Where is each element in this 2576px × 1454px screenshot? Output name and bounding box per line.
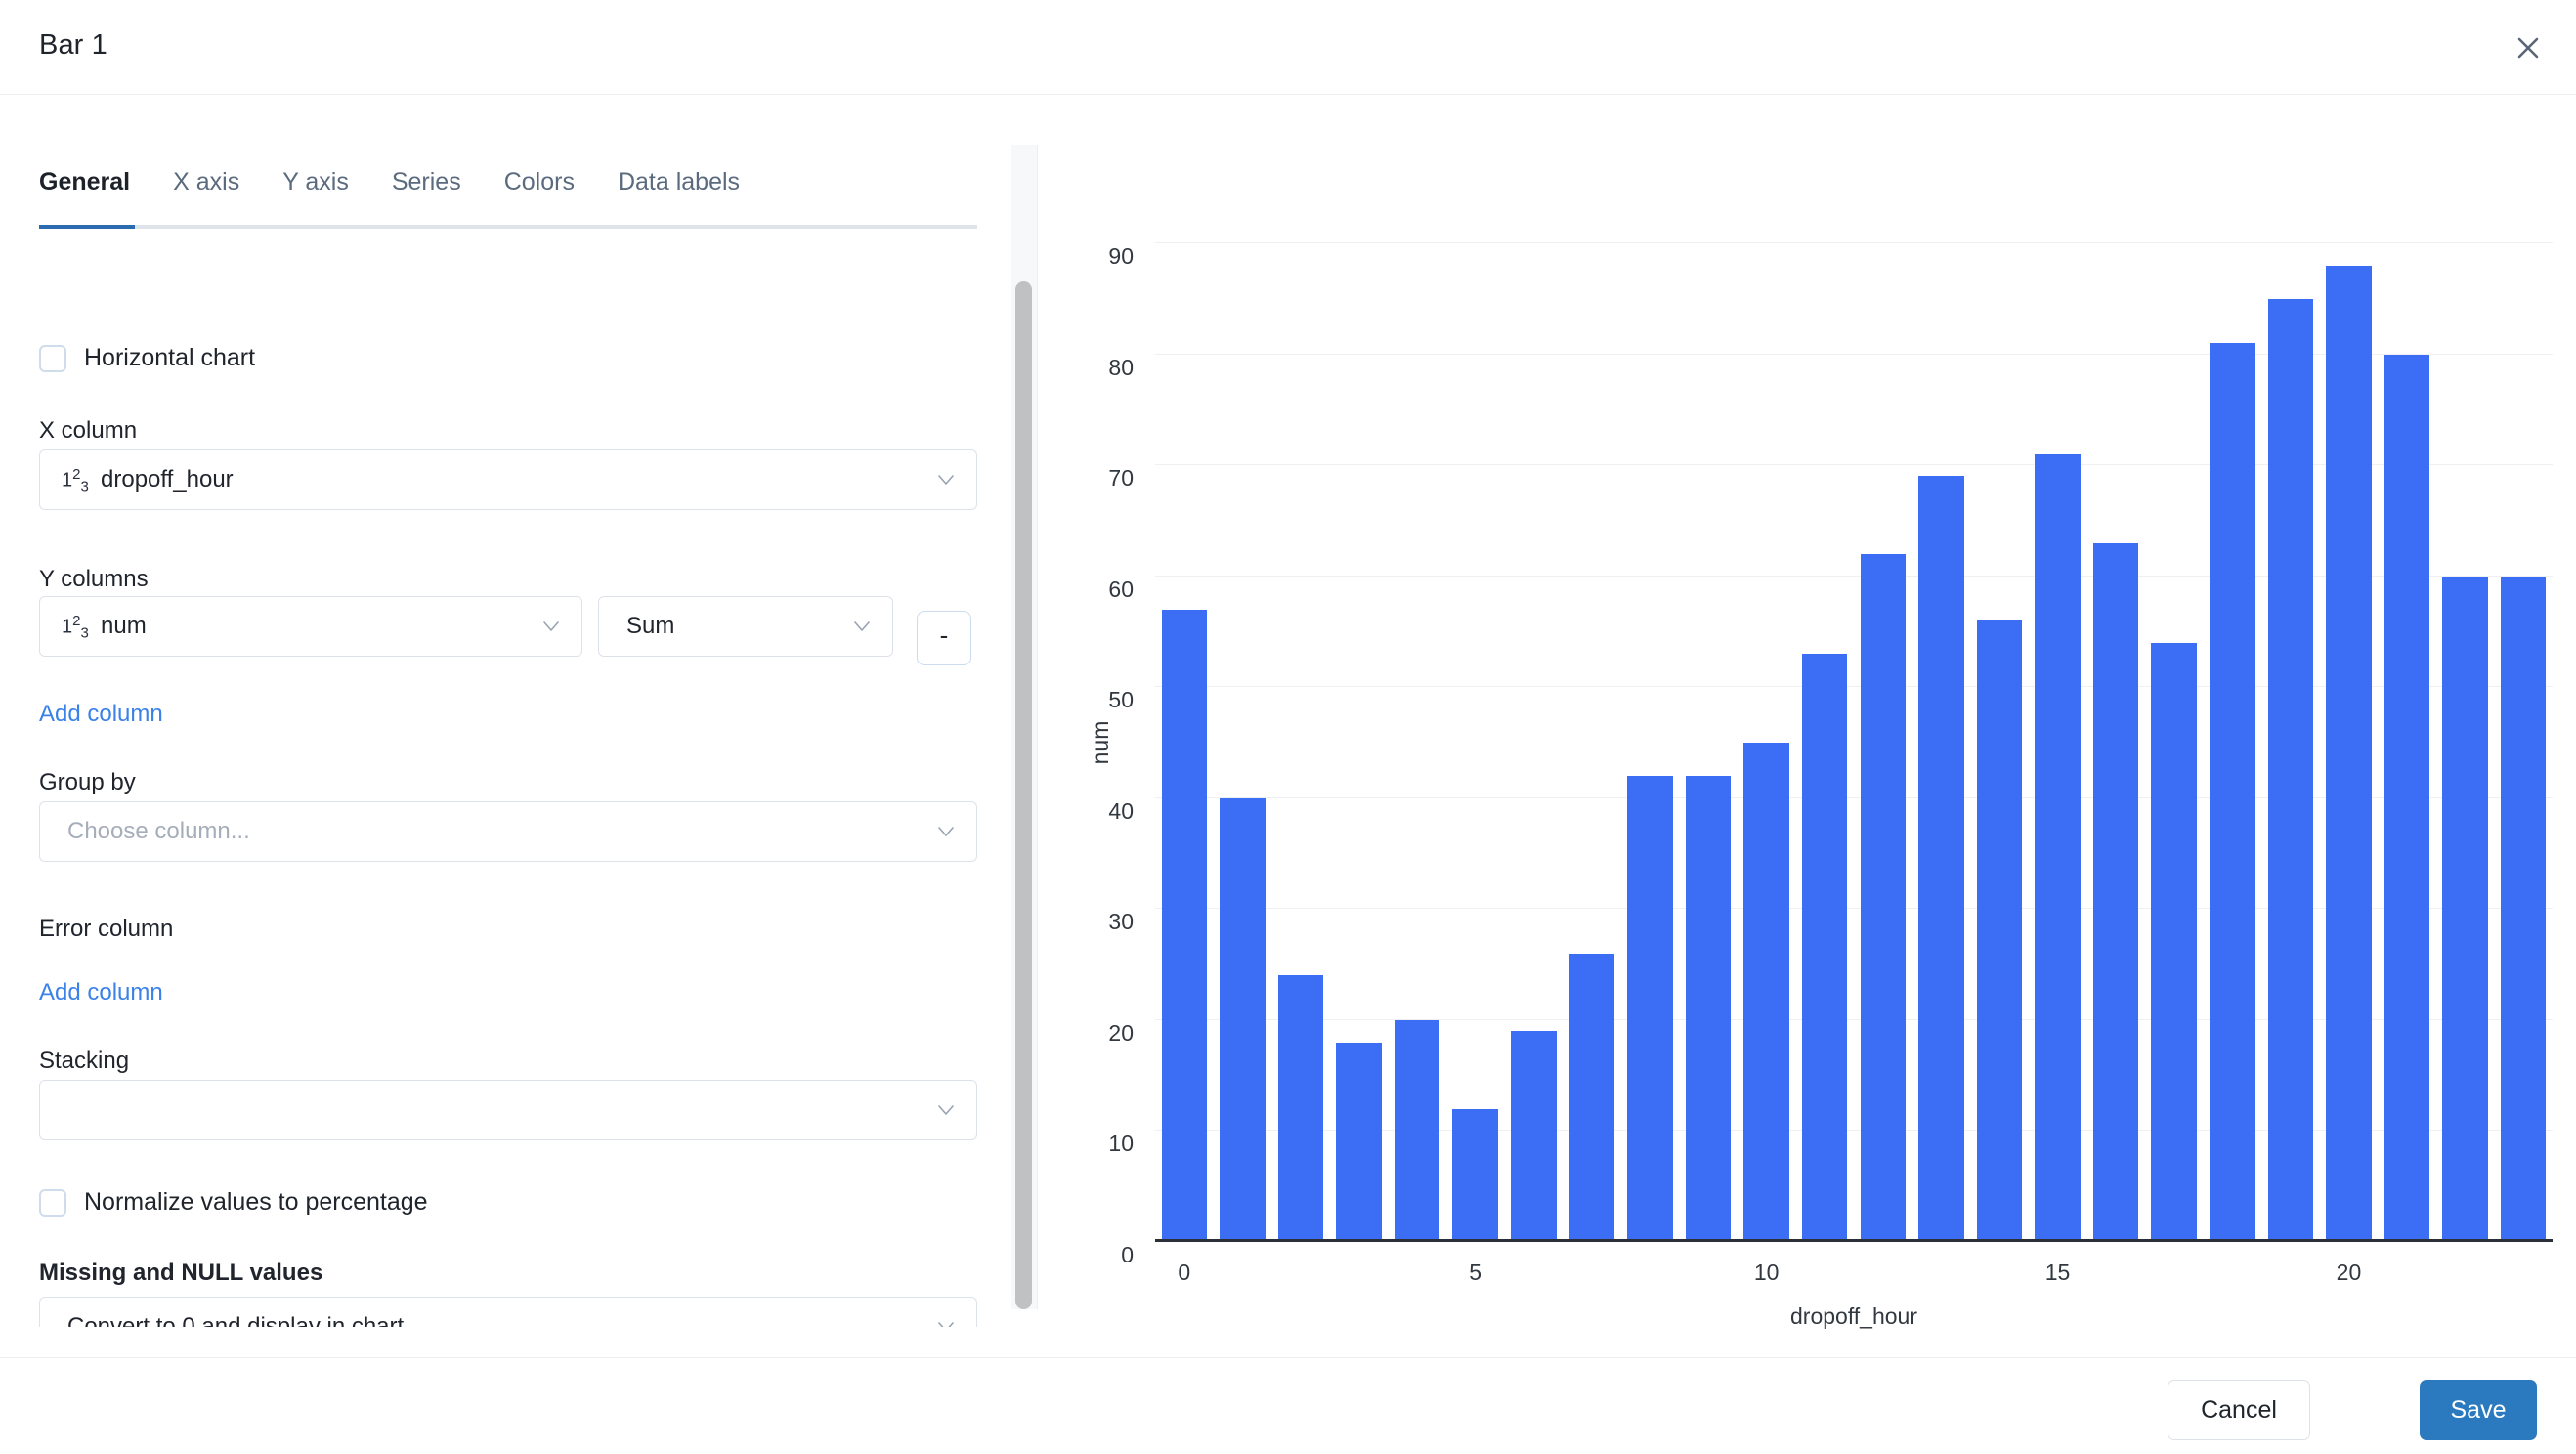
cancel-button[interactable]: Cancel [2168,1380,2310,1440]
y-column-value: num [101,613,147,639]
tab-bar: General X axis Y axis Series Colors Data labe… [39,168,977,229]
tab-x-axis[interactable]: X axis [151,168,261,216]
bar[interactable] [1161,609,1208,1242]
x-column-label: X column [39,417,138,444]
stacking-select[interactable] [39,1080,977,1140]
tab-series[interactable]: Series [370,168,483,216]
minus-icon: - [939,620,949,650]
bar[interactable] [2035,453,2081,1242]
chevron-down-icon [935,821,957,842]
bar[interactable] [1394,1019,1440,1242]
close-icon [2515,35,2541,61]
add-error-column-link[interactable]: Add column [39,979,163,1006]
group-by-select[interactable]: Choose column... [39,801,977,862]
bar[interactable] [2326,265,2372,1242]
x-axis-line [1155,1239,2553,1242]
tab-underline [39,225,977,229]
horizontal-chart-label: Horizontal chart [84,344,256,371]
normalize-checkbox-row[interactable]: Normalize values to percentage [39,1188,428,1217]
bar[interactable] [2442,576,2488,1242]
bar[interactable] [1976,620,2023,1242]
chart-preview: num 0 10 20 30 40 50 60 70 80 90 0 5 10 15 20 dropoff… [1038,95,2576,1329]
bar[interactable] [2092,542,2139,1242]
tab-data-labels[interactable]: Data labels [596,168,761,216]
dialog-footer: Cancel Save [0,1357,2576,1454]
bar[interactable] [1685,776,1732,1242]
bar[interactable] [1220,797,1266,1242]
chevron-down-icon [935,1099,957,1121]
bar-chart: num 0 10 20 30 40 50 60 70 80 90 0 5 10 15 20 dropoff… [1088,242,2553,1329]
y-columns-label: Y columns [39,566,149,592]
missing-null-value: Convert to 0 and display in chart [67,1313,405,1327]
bar[interactable] [1627,776,1673,1242]
y-aggregate-select[interactable]: Sum [598,596,893,657]
chevron-down-icon [540,616,562,637]
page-title: Bar 1 [39,29,107,61]
x-column-value: dropoff_hour [101,466,234,492]
dialog-header: Bar 1 [0,0,2576,95]
add-y-column-link[interactable]: Add column [39,701,163,728]
normalize-label: Normalize values to percentage [84,1188,428,1216]
bar[interactable] [2383,354,2430,1242]
bar[interactable] [1511,1031,1557,1242]
gridline [1155,242,2553,243]
group-by-placeholder: Choose column... [67,818,250,844]
missing-null-label: Missing and NULL values [39,1260,323,1286]
bar[interactable] [2151,642,2197,1242]
y-column-select[interactable]: 123 num [39,596,582,657]
tab-colors[interactable]: Colors [483,168,596,216]
normalize-checkbox[interactable] [39,1188,66,1217]
bar[interactable] [1568,953,1615,1242]
tab-y-axis[interactable]: Y axis [261,168,370,216]
save-button[interactable]: Save [2420,1380,2537,1440]
x-axis-tick-label: 5 [1469,1260,1482,1285]
bar[interactable] [1336,1042,1382,1242]
tab-general[interactable]: General [39,168,151,216]
x-axis-tick-label: 15 [2044,1260,2071,1285]
x-axis-tick-label: 10 [1753,1260,1780,1285]
missing-null-select[interactable]: Convert to 0 and display in chart [39,1297,977,1327]
x-axis-tick-label: 20 [2336,1260,2362,1285]
chevron-down-icon [851,616,873,637]
y-axis-label: num [1087,720,1113,765]
y-aggregate-value: Sum [626,613,675,639]
x-column-select[interactable]: 123 dropoff_hour [39,449,977,510]
bar[interactable] [1860,553,1907,1242]
close-button[interactable] [2502,21,2555,74]
bar[interactable] [2210,343,2255,1242]
numeric-type-icon: 123 [62,613,89,642]
horizontal-chart-checkbox-row[interactable]: Horizontal chart [39,344,255,372]
bar[interactable] [1801,654,1848,1242]
error-column-label: Error column [39,916,174,942]
x-axis-tick-label: 0 [1178,1260,1191,1285]
horizontal-chart-checkbox[interactable] [39,344,66,372]
bar[interactable] [2267,298,2314,1242]
bar[interactable] [1918,476,1964,1242]
tab-active-indicator [39,225,135,229]
settings-scrollbar-thumb[interactable] [1015,281,1032,1309]
x-axis-label: dropoff_hour [1789,1304,1918,1329]
group-by-label: Group by [39,769,136,795]
bar[interactable] [1452,1108,1498,1242]
chevron-down-icon [935,1316,957,1327]
settings-panel: General X axis Y axis Series Colors Data labe… [0,95,1013,1327]
bar[interactable] [1277,975,1324,1242]
chevron-down-icon [935,469,957,491]
remove-y-column-button[interactable]: - [917,611,971,665]
numeric-type-icon: 123 [62,466,89,495]
bar[interactable] [1743,743,1789,1242]
bar[interactable] [2500,576,2547,1242]
stacking-label: Stacking [39,1048,130,1074]
